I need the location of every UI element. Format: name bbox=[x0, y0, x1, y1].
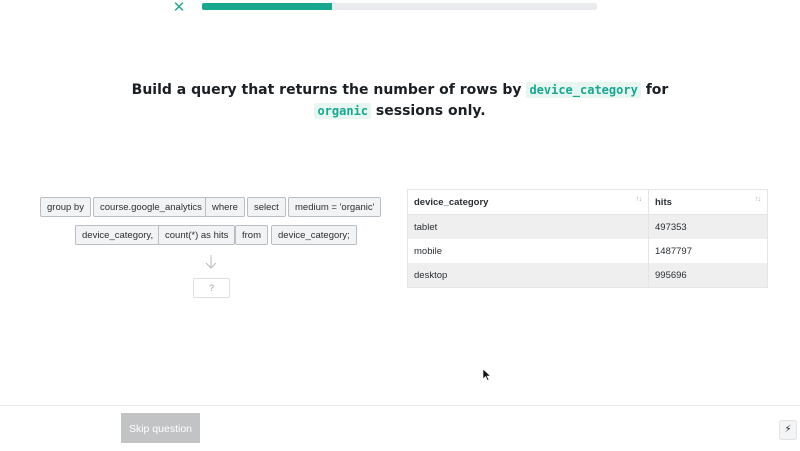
mouse-cursor-icon bbox=[483, 369, 491, 381]
table-cell-device-category: mobile bbox=[407, 239, 649, 263]
question-text-prefix: Build a query that returns the number of… bbox=[131, 82, 522, 98]
token-select[interactable]: select bbox=[247, 197, 286, 217]
column-header-device-category[interactable]: device_category ↑↓ bbox=[407, 189, 649, 215]
close-icon[interactable]: ✕ bbox=[171, 0, 187, 15]
column-header-label: device_category bbox=[414, 196, 489, 208]
lightning-bolt-icon[interactable]: ⚡ bbox=[779, 420, 797, 440]
table-cell-device-category: desktop bbox=[407, 263, 649, 288]
question-text-mid: for bbox=[645, 82, 669, 98]
token-from[interactable]: from bbox=[235, 225, 268, 245]
table-cell-device-category: tablet bbox=[407, 214, 649, 239]
table-row: mobile 1487797 bbox=[407, 239, 768, 263]
footer-bar bbox=[0, 405, 800, 451]
table-cell-hits: 1487797 bbox=[648, 239, 768, 263]
arrow-down-icon bbox=[205, 255, 217, 269]
table-cell-hits: 497353 bbox=[648, 214, 768, 239]
table-row: desktop 995696 bbox=[407, 263, 768, 288]
progress-bar-fill bbox=[202, 3, 333, 10]
token-medium-organic[interactable]: medium = 'organic' bbox=[288, 197, 382, 217]
sort-icon[interactable]: ↑↓ bbox=[755, 196, 761, 203]
token-device-category-comma[interactable]: device_category, bbox=[75, 225, 161, 245]
skip-question-button[interactable]: Skip question bbox=[121, 413, 200, 443]
table-cell-hits: 995696 bbox=[648, 263, 768, 288]
question-text-suffix: sessions only. bbox=[375, 103, 486, 119]
table-header-row: device_category ↑↓ hits ↑↓ bbox=[407, 189, 768, 215]
token-device-category-semicolon[interactable]: device_category; bbox=[271, 225, 357, 245]
token-course-google-analytics[interactable]: course.google_analytics bbox=[93, 197, 209, 217]
top-bar: ✕ bbox=[0, 0, 800, 18]
column-header-label: hits bbox=[655, 196, 672, 208]
token-count-as-hits[interactable]: count(*) as hits bbox=[158, 225, 236, 245]
results-table: device_category ↑↓ hits ↑↓ tablet 497353… bbox=[407, 189, 768, 288]
code-organic: organic bbox=[314, 103, 372, 119]
column-header-hits[interactable]: hits ↑↓ bbox=[648, 189, 768, 215]
token-group-by[interactable]: group by bbox=[40, 197, 91, 217]
token-where[interactable]: where bbox=[205, 197, 245, 217]
table-row: tablet 497353 bbox=[407, 214, 768, 239]
sort-icon[interactable]: ↑↓ bbox=[636, 196, 642, 203]
code-device-category: device_category bbox=[526, 82, 641, 98]
answer-drop-slot[interactable]: ? bbox=[193, 278, 230, 298]
question-prompt: Build a query that returns the number of… bbox=[0, 80, 800, 122]
progress-bar bbox=[202, 3, 597, 10]
